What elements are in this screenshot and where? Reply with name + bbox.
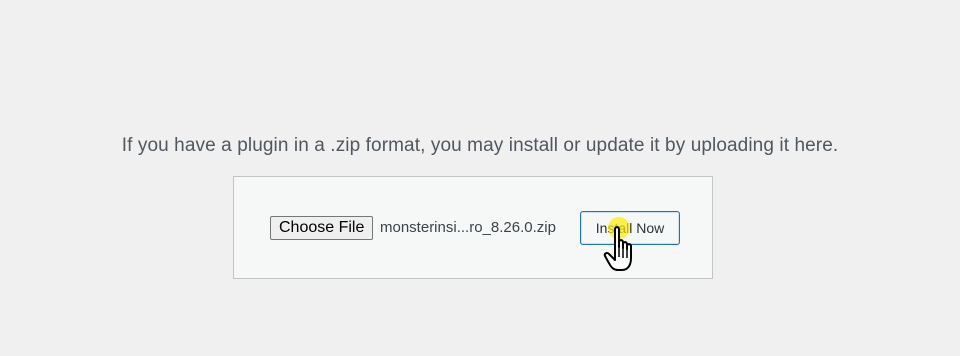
choose-file-button[interactable]: Choose File — [270, 216, 374, 240]
selected-file-name: monsterinsi...ro_8.26.0.zip — [380, 219, 556, 236]
upload-instructions: If you have a plugin in a .zip format, y… — [121, 135, 839, 156]
install-now-button[interactable]: Install Now — [580, 211, 680, 245]
plugin-upload-page: If you have a plugin in a .zip format, y… — [0, 0, 960, 356]
upload-plugin-form: Choose File monsterinsi...ro_8.26.0.zip … — [233, 176, 713, 279]
